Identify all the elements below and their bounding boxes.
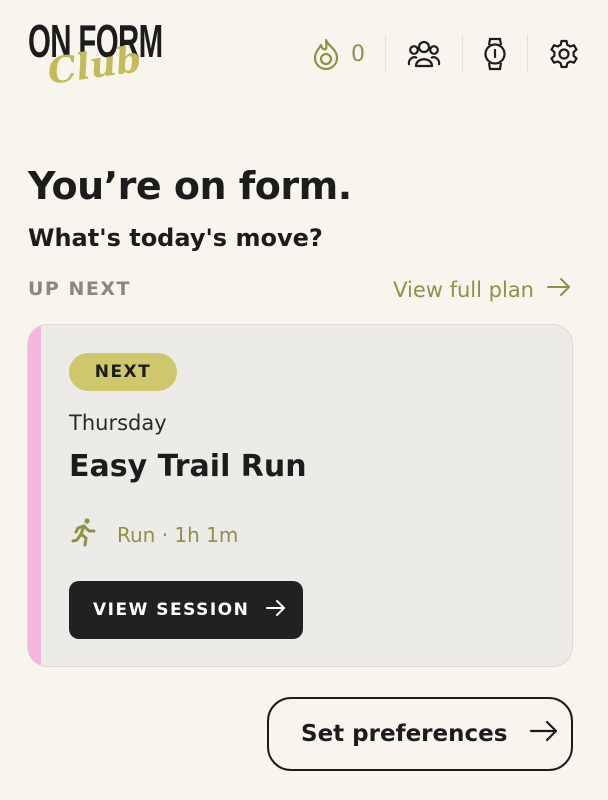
view-full-plan-link[interactable]: View full plan [393,277,572,302]
running-person-icon [71,517,97,552]
arrow-right-icon [546,277,572,302]
streak-count: 0 [351,41,365,67]
watch-icon[interactable] [483,36,507,72]
arrow-right-icon [265,599,287,622]
view-session-label: VIEW SESSION [93,600,250,620]
header-toolbar: 0 [311,34,580,74]
session-day: Thursday [69,411,167,435]
page-subheadline: What's today's move? [28,224,323,252]
card-accent-bar [28,325,41,666]
session-meta: Run · 1h 1m [71,517,238,552]
session-meta-text: Run · 1h 1m [117,522,239,547]
set-preferences-label: Set preferences [301,721,508,747]
session-card[interactable]: NEXT Thursday Easy Trail Run Run · 1h 1m… [27,324,573,667]
divider [385,35,386,73]
app-logo: ON FORM Club [28,14,168,96]
next-badge: NEXT [69,353,177,391]
arrow-right-icon [529,720,559,748]
up-next-label: UP NEXT [28,278,131,300]
divider [462,35,463,73]
community-icon[interactable] [406,37,442,71]
streak-button[interactable]: 0 [311,34,365,74]
page-headline: You’re on form. [28,164,352,208]
view-full-plan-label: View full plan [393,277,534,302]
flame-icon [311,37,341,71]
set-preferences-button[interactable]: Set preferences [267,697,573,771]
view-session-button[interactable]: VIEW SESSION [69,581,303,639]
session-title: Easy Trail Run [69,449,307,484]
divider [527,35,528,73]
gear-icon[interactable] [548,38,580,70]
